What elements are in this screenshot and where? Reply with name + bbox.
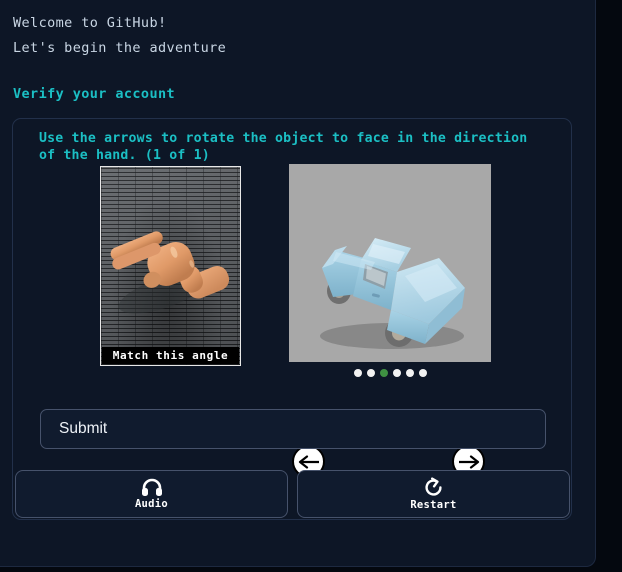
restart-icon — [423, 477, 444, 498]
reference-caption: Match this angle — [102, 347, 239, 364]
restart-button-label: Restart — [410, 499, 457, 511]
headphones-icon — [141, 478, 163, 497]
action-row: Audio Restart — [15, 470, 570, 518]
verification-page: Welcome to GitHub! Let's begin the adven… — [0, 0, 596, 567]
arrow-right-icon — [458, 454, 479, 469]
reference-image: Match this angle — [101, 167, 240, 365]
verify-account-heading: Verify your account — [13, 86, 176, 102]
progress-dot — [418, 369, 427, 377]
submit-button[interactable]: Submit — [40, 409, 546, 449]
progress-dot — [392, 369, 401, 377]
challenge-panel: Use the arrows to rotate the object to f… — [12, 118, 572, 520]
welcome-line-2: Let's begin the adventure — [13, 40, 227, 56]
welcome-block: Welcome to GitHub! Let's begin the adven… — [13, 11, 553, 61]
truck-illustration — [320, 238, 465, 349]
progress-dots — [289, 369, 491, 377]
progress-dot — [366, 369, 375, 377]
hand-illustration — [110, 231, 230, 314]
progress-dot — [353, 369, 362, 377]
arrow-left-icon — [298, 454, 319, 469]
challenge-instruction: Use the arrows to rotate the object to f… — [39, 131, 528, 163]
restart-button[interactable]: Restart — [297, 470, 570, 518]
audio-button-label: Audio — [134, 498, 169, 510]
progress-dot — [405, 369, 414, 377]
audio-button[interactable]: Audio — [15, 470, 288, 518]
object-viewport — [289, 164, 491, 362]
progress-dot — [379, 369, 388, 377]
reference-image-frame: Match this angle — [100, 166, 241, 366]
welcome-line-1: Welcome to GitHub! — [13, 15, 167, 31]
